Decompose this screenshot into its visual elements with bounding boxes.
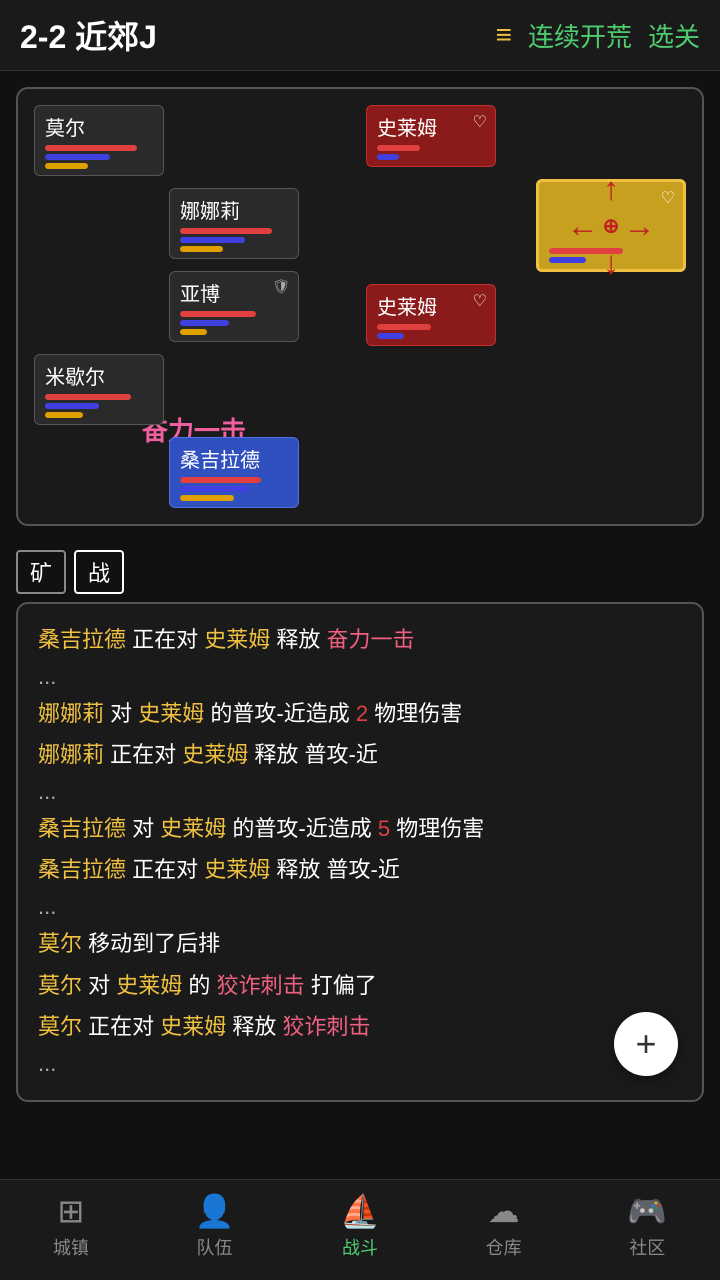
char-name-mol: 莫尔 <box>45 112 153 141</box>
battle-icon: ⛵ <box>340 1192 380 1230</box>
nav-warehouse[interactable]: ☁ 仓库 <box>486 1192 522 1260</box>
sp-bar-enemy1 <box>377 154 399 160</box>
bar-row-migel <box>45 394 153 418</box>
bar-row-yabo <box>180 311 288 335</box>
farm-button[interactable]: 连续开荒 <box>528 17 632 54</box>
char-name-enemy3: 史莱姆 <box>377 291 485 320</box>
sp-bar-enemy3 <box>377 333 404 339</box>
log-dots-2: ... <box>38 779 682 805</box>
sp-bar-sang <box>180 486 250 492</box>
bar-row-mol <box>45 145 153 169</box>
team-right: 史莱姆 ♡ ↑ ←⊕→ ↓ ♡ 史莱姆 ♡ <box>366 105 686 508</box>
tab-battle[interactable]: 战 <box>74 550 124 594</box>
char-card-sang[interactable]: 桑吉拉德 <box>169 437 299 508</box>
char-card-migel[interactable]: 米歇尔 <box>34 354 164 425</box>
nav-city-label: 城镇 <box>53 1234 89 1260</box>
hp-bar-nana <box>180 228 272 234</box>
bottom-nav: ⊞ 城镇 👤 队伍 ⛵ 战斗 ☁ 仓库 🎮 社区 <box>0 1179 720 1280</box>
ex-bar-sang <box>180 495 234 501</box>
menu-icon[interactable]: ≡ <box>496 19 512 51</box>
log-entry-8: 莫尔 正在对 史莱姆 释放 狡诈刺击 <box>38 1007 682 1047</box>
log-entry-7: 莫尔 对 史莱姆 的 狡诈刺击 打偏了 <box>38 966 682 1006</box>
log-dots-1: ... <box>38 664 682 690</box>
nav-team[interactable]: 👤 队伍 <box>195 1192 235 1260</box>
team-icon: 👤 <box>195 1192 235 1230</box>
char-name-nana: 娜娜莉 <box>180 195 288 224</box>
heart-icon-enemy1: ♡ <box>473 112 487 132</box>
log-entry-6: 莫尔 移动到了后排 <box>38 924 682 964</box>
nav-city[interactable]: ⊞ 城镇 <box>53 1192 89 1260</box>
tab-mine[interactable]: 矿 <box>16 550 66 594</box>
battle-area: 莫尔 娜娜莉 亚博 🛡 <box>16 87 704 526</box>
hp-bar-mol <box>45 145 137 151</box>
char-card-enemy2[interactable]: ↑ ←⊕→ ↓ ♡ <box>536 179 686 272</box>
ex-bar-nana <box>180 246 223 252</box>
sp-bar-yabo <box>180 320 229 326</box>
fab-button[interactable]: + <box>614 1012 678 1076</box>
bar-row-nana <box>180 228 288 252</box>
sp-bar-migel <box>45 403 99 409</box>
bar-row-enemy3 <box>377 324 485 339</box>
shield-icon: 🛡 <box>272 278 290 295</box>
page-title: 2-2 近郊J <box>20 12 480 58</box>
log-entry-4: 桑吉拉德 对 史莱姆 的普攻-近造成 5 物理伤害 <box>38 809 682 849</box>
nav-battle-label: 战斗 <box>342 1234 378 1260</box>
char-card-enemy3[interactable]: 史莱姆 ♡ <box>366 284 496 346</box>
bar-row-sang <box>180 477 288 501</box>
select-button[interactable]: 选关 <box>648 17 700 54</box>
hp-bar-sang <box>180 477 261 483</box>
char-card-yabo[interactable]: 亚博 🛡 <box>169 271 299 342</box>
log-dots-4: ... <box>38 1051 682 1077</box>
log-entry-1: 桑吉拉德 正在对 史莱姆 释放 奋力一击 <box>38 620 682 660</box>
char-card-enemy1[interactable]: 史莱姆 ♡ <box>366 105 496 167</box>
char-name-sang: 桑吉拉德 <box>180 444 288 473</box>
nav-community-label: 社区 <box>629 1234 665 1260</box>
hp-bar-enemy1 <box>377 145 420 151</box>
hp-bar-yabo <box>180 311 256 317</box>
header: 2-2 近郊J ≡ 连续开荒 选关 <box>0 0 720 71</box>
nav-battle[interactable]: ⛵ 战斗 <box>340 1192 380 1260</box>
log-entry-5: 桑吉拉德 正在对 史莱姆 释放 普攻-近 <box>38 850 682 890</box>
sp-bar-nana <box>180 237 245 243</box>
bar-row-enemy1 <box>377 145 485 160</box>
tabs: 矿 战 <box>0 542 720 602</box>
log-area: 桑吉拉德 正在对 史莱姆 释放 奋力一击 ... 娜娜莉 对 史莱姆 的普攻-近… <box>16 602 704 1102</box>
team-left: 莫尔 娜娜莉 亚博 🛡 <box>34 105 354 508</box>
city-icon: ⊞ <box>57 1192 84 1230</box>
char-name-enemy1: 史莱姆 <box>377 112 485 141</box>
heart-icon-enemy3: ♡ <box>473 291 487 311</box>
log-entry-3: 娜娜莉 正在对 史莱姆 释放 普攻-近 <box>38 735 682 775</box>
community-icon: 🎮 <box>627 1192 667 1230</box>
nav-community[interactable]: 🎮 社区 <box>627 1192 667 1260</box>
heart-icon-enemy2: ♡ <box>661 188 675 208</box>
nav-team-label: 队伍 <box>196 1234 232 1260</box>
sp-bar-mol <box>45 154 110 160</box>
char-name-migel: 米歇尔 <box>45 361 153 390</box>
log-dots-3: ... <box>38 894 682 920</box>
ex-bar-mol <box>45 163 88 169</box>
char-card-mol[interactable]: 莫尔 <box>34 105 164 176</box>
crosshair-icon: ↑ ←⊕→ ↓ <box>567 170 656 281</box>
hp-bar-migel <box>45 394 131 400</box>
log-entry-2: 娜娜莉 对 史莱姆 的普攻-近造成 2 物理伤害 <box>38 694 682 734</box>
nav-warehouse-label: 仓库 <box>486 1234 522 1260</box>
ex-bar-migel <box>45 412 83 418</box>
warehouse-icon: ☁ <box>488 1192 520 1230</box>
hp-bar-enemy3 <box>377 324 431 330</box>
ex-bar-yabo <box>180 329 207 335</box>
char-card-nana[interactable]: 娜娜莉 <box>169 188 299 259</box>
